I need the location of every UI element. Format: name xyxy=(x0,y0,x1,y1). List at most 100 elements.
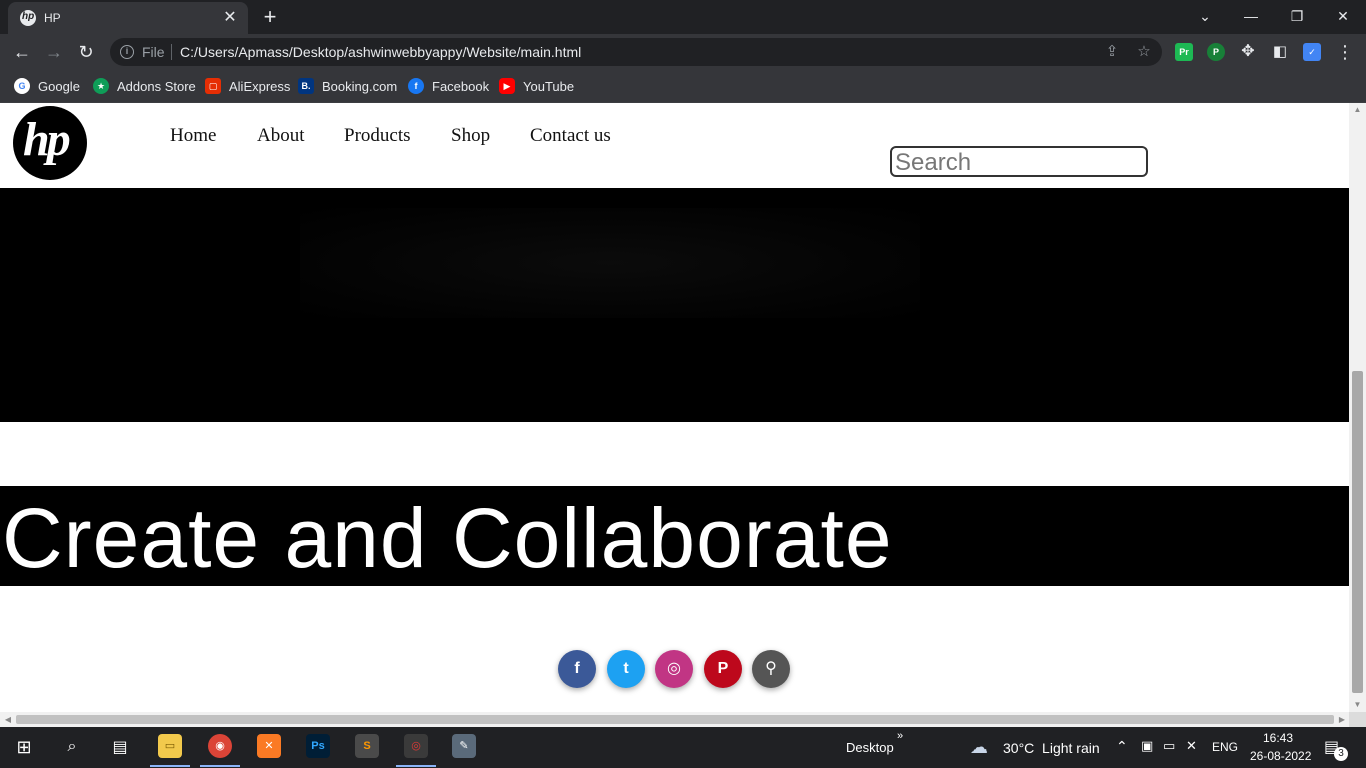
address-bar[interactable]: i File C:/Users/Apmass/Desktop/ashwinweb… xyxy=(110,38,1162,66)
scroll-up-arrow-icon[interactable]: ▲ xyxy=(1349,103,1366,117)
meet-now-icon[interactable]: ▣ xyxy=(1141,738,1153,754)
paint-icon[interactable]: ✎ xyxy=(452,734,476,758)
taskbar: ⊞ ⌕ ▤ ▭ ◉ ✕ Ps S ◎ ✎ Desktop » ☁ 30°C Li… xyxy=(0,727,1366,768)
scroll-right-arrow-icon[interactable]: ▶ xyxy=(1334,712,1350,727)
extension-pr-icon[interactable]: Pr xyxy=(1175,43,1193,61)
url-text[interactable]: C:/Users/Apmass/Desktop/ashwinwebbyappy/… xyxy=(180,44,581,60)
running-indicator xyxy=(150,765,190,767)
hp-favicon-icon: hp xyxy=(20,10,36,26)
tab-title: HP xyxy=(44,11,61,25)
bookmarks-bar: G Google ★ Addons Store ▢ AliExpress B. … xyxy=(0,70,1366,103)
forward-arrow-icon[interactable]: → xyxy=(42,40,66,64)
hero-image xyxy=(300,208,920,318)
extensions-puzzle-icon[interactable]: ✥ xyxy=(1236,40,1260,64)
nav-shop[interactable]: Shop xyxy=(451,125,490,147)
search-icon[interactable]: ⌕ xyxy=(58,733,86,761)
scroll-down-arrow-icon[interactable]: ▼ xyxy=(1349,698,1366,712)
weather-text[interactable]: 30°C Light rain xyxy=(1003,740,1100,756)
toolbar-overflow-icon[interactable]: » xyxy=(897,730,903,742)
task-view-icon[interactable]: ▤ xyxy=(106,733,134,761)
bookmark-label: Facebook xyxy=(432,78,490,94)
sublime-text-icon[interactable]: S xyxy=(355,734,379,758)
facebook-icon[interactable]: f xyxy=(558,650,596,688)
chrome-icon[interactable]: ◉ xyxy=(208,734,232,758)
notification-badge: 3 xyxy=(1334,747,1348,761)
nav-contact-us[interactable]: Contact us xyxy=(530,125,611,147)
horizontal-scrollbar[interactable]: ◀ ▶ xyxy=(0,712,1349,727)
search-placeholder: Search xyxy=(895,149,972,176)
bookmark-addons-store[interactable]: ★ Addons Store xyxy=(93,76,196,96)
bookmark-facebook[interactable]: f Facebook xyxy=(408,76,489,96)
shield-check-icon[interactable]: ✓ xyxy=(1303,43,1321,61)
bookmark-star-icon[interactable]: ☆ xyxy=(1134,42,1154,62)
extension-p-icon[interactable]: P xyxy=(1207,43,1225,61)
restore-button[interactable]: ❐ xyxy=(1279,4,1315,28)
photoshop-icon[interactable]: Ps xyxy=(306,734,330,758)
bookmark-aliexpress[interactable]: ▢ AliExpress xyxy=(205,76,290,96)
vertical-scrollbar[interactable]: ▲ ▼ xyxy=(1349,103,1366,712)
twitter-icon[interactable]: t xyxy=(607,650,645,688)
chevron-up-icon[interactable]: ⌃ xyxy=(1116,738,1128,755)
instagram-icon[interactable]: ◎ xyxy=(655,650,693,688)
tab-close-button[interactable]: ✕ xyxy=(220,8,240,28)
bookmark-label: Addons Store xyxy=(117,78,196,94)
tab-strip: hp HP ✕ + ⌄ — ❐ ✕ xyxy=(0,0,1366,34)
back-arrow-icon[interactable]: ← xyxy=(10,40,34,64)
desktop-toolbar-label[interactable]: Desktop xyxy=(846,740,894,755)
booking-icon: B. xyxy=(298,78,314,94)
browser-tab[interactable]: hp HP ✕ xyxy=(8,2,248,34)
close-window-button[interactable]: ✕ xyxy=(1325,4,1361,28)
vertical-scroll-thumb[interactable] xyxy=(1352,371,1363,693)
nav-about[interactable]: About xyxy=(257,125,305,147)
cloud-rain-icon: ☁ xyxy=(970,737,988,757)
omnibox-divider xyxy=(171,44,172,60)
site-header: hp Home About Products Shop Contact us S… xyxy=(10,103,1349,188)
horizontal-scroll-thumb[interactable] xyxy=(16,715,1334,724)
nav-home[interactable]: Home xyxy=(170,125,216,147)
clock-time[interactable]: 16:43 xyxy=(1263,731,1293,745)
banner-heading: Create and Collaborate xyxy=(2,491,893,585)
bookmark-label: YouTube xyxy=(523,78,575,94)
windows-start-icon[interactable]: ⊞ xyxy=(10,733,38,761)
browser-toolbar: ← → ↻ i File C:/Users/Apmass/Desktop/ash… xyxy=(0,34,1366,70)
language-indicator[interactable]: ENG xyxy=(1212,740,1238,754)
collaborate-banner: Create and Collaborate xyxy=(0,486,1349,586)
site-info-icon[interactable]: i xyxy=(120,45,134,59)
clock-date[interactable]: 26-08-2022 xyxy=(1250,749,1311,763)
bookmark-booking[interactable]: B. Booking.com xyxy=(298,76,397,96)
steam-icon[interactable]: ⚲ xyxy=(752,650,790,688)
battery-icon[interactable]: ▭ xyxy=(1163,738,1175,754)
reload-icon[interactable]: ↻ xyxy=(74,40,98,64)
running-indicator xyxy=(396,765,436,767)
pinterest-icon[interactable]: P xyxy=(704,650,742,688)
bookmark-label: AliExpress xyxy=(229,78,291,94)
scroll-left-arrow-icon[interactable]: ◀ xyxy=(0,712,16,727)
page-viewport: hp Home About Products Shop Contact us S… xyxy=(0,103,1366,727)
logo-text: hp xyxy=(23,113,71,166)
bookmark-label: Google xyxy=(38,78,80,94)
minimize-button[interactable]: — xyxy=(1233,4,1269,28)
share-icon[interactable]: ⇪ xyxy=(1102,42,1122,62)
omnibox-scheme: File xyxy=(142,44,165,60)
menu-kebab-icon[interactable]: ⋮ xyxy=(1333,40,1357,64)
app-icon[interactable]: ◎ xyxy=(404,734,428,758)
nav-products[interactable]: Products xyxy=(344,125,411,147)
search-input[interactable]: Search xyxy=(890,146,1148,177)
google-icon: G xyxy=(14,78,30,94)
hero-banner xyxy=(0,188,1349,422)
hp-logo[interactable]: hp xyxy=(13,106,87,180)
side-panel-icon[interactable]: ◧ xyxy=(1268,40,1292,64)
bookmark-youtube[interactable]: ▶ YouTube xyxy=(499,76,574,96)
facebook-icon: f xyxy=(408,78,424,94)
youtube-icon: ▶ xyxy=(499,78,515,94)
volume-muted-icon[interactable]: ✕ xyxy=(1186,738,1197,754)
aliexpress-icon: ▢ xyxy=(205,78,221,94)
new-tab-button[interactable]: + xyxy=(258,5,282,29)
running-indicator xyxy=(200,765,240,767)
scrollbar-corner xyxy=(1349,712,1366,727)
bookmark-google[interactable]: G Google xyxy=(14,76,80,96)
xampp-icon[interactable]: ✕ xyxy=(257,734,281,758)
file-explorer-icon[interactable]: ▭ xyxy=(158,734,182,758)
tab-search-icon[interactable]: ⌄ xyxy=(1187,4,1223,28)
addons-store-icon: ★ xyxy=(93,78,109,94)
